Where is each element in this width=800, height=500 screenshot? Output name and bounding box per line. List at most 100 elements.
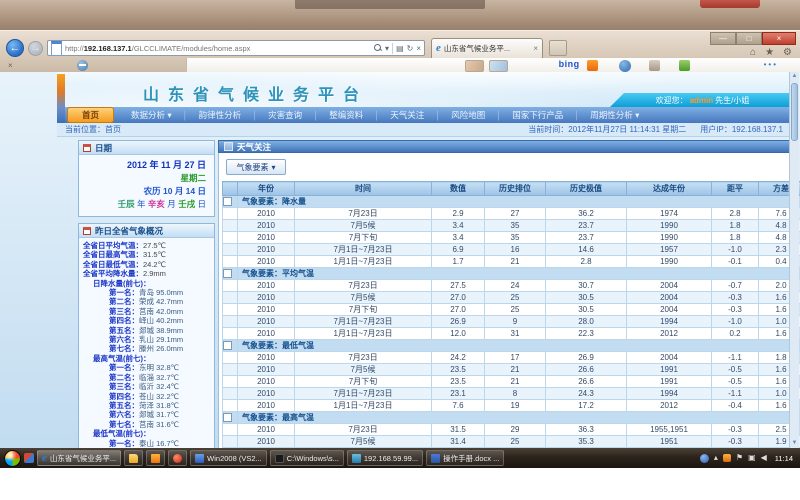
group-checkbox[interactable] bbox=[223, 341, 232, 350]
table-row: 20107月1日~7月23日26.9928.01994-1.01.0 bbox=[223, 316, 800, 328]
search-icon[interactable] bbox=[374, 44, 382, 52]
table-row: 20107月下旬23.52126.61991-0.51.6 bbox=[223, 376, 800, 388]
network-icon[interactable]: ▣ bbox=[748, 454, 756, 462]
photo-card-icon[interactable] bbox=[489, 60, 508, 72]
addon-logo-icon[interactable] bbox=[77, 60, 88, 71]
favorites-star-icon[interactable]: ★ bbox=[765, 47, 774, 58]
start-button[interactable] bbox=[4, 450, 21, 467]
action-center-flag-icon[interactable]: ⚑ bbox=[736, 454, 743, 462]
home-icon[interactable]: ⌂ bbox=[750, 47, 756, 58]
mail-card-icon[interactable] bbox=[465, 60, 484, 72]
app-icon bbox=[352, 454, 361, 463]
cell: 27.0 bbox=[432, 292, 485, 304]
nav-item-1[interactable]: 首页 bbox=[67, 107, 114, 123]
calendar-body: 2012 年 11 月 27 日 星期二 农历 10 月 14 日 壬辰 年 辛… bbox=[79, 155, 214, 216]
tray-security-icon[interactable] bbox=[723, 454, 731, 462]
grey-badge-icon[interactable] bbox=[649, 60, 660, 71]
new-tab-button[interactable] bbox=[549, 40, 567, 56]
taskbar-explorer-button[interactable] bbox=[124, 450, 143, 466]
cell: -1.0 bbox=[712, 316, 759, 328]
rank-line: 第三名：莒南 42.0mm bbox=[83, 307, 212, 316]
scroll-up-icon[interactable]: ▲ bbox=[790, 72, 799, 81]
element-group-row: 气象要素：最低气温 bbox=[223, 340, 800, 352]
camera-badge-icon[interactable] bbox=[619, 60, 631, 72]
nav-item-3[interactable]: 韵律性分析 bbox=[188, 109, 253, 121]
cell: 1.8 bbox=[712, 232, 759, 244]
maximize-button[interactable]: □ bbox=[736, 32, 762, 45]
refresh-icon[interactable]: ↻ bbox=[407, 44, 414, 53]
cell: 23.7 bbox=[546, 220, 627, 232]
green-badge-icon[interactable] bbox=[679, 60, 690, 71]
table-row: 20107月下旬3.43523.719901.84.8 bbox=[223, 232, 800, 244]
element-filter-button[interactable]: 气象要素 ▾ bbox=[226, 159, 286, 175]
taskbar-app-4[interactable]: 操作手册.docx ... bbox=[426, 450, 504, 466]
taskbar-ie-button[interactable]: e 山东省气候业务平... bbox=[37, 450, 121, 466]
group-name: 气象要素：最低气温 bbox=[238, 340, 800, 352]
group-checkbox-cell bbox=[223, 196, 238, 208]
header-checkbox-col bbox=[223, 182, 238, 196]
url-input[interactable]: http://192.168.137.1/GLCCLIMATE/modules/… bbox=[47, 40, 425, 56]
rank-value: 泰山 16.7℃ bbox=[139, 439, 179, 448]
screen: ← → http://192.168.137.1/GLCCLIMATE/modu… bbox=[0, 0, 800, 500]
quick-launch-icon[interactable] bbox=[24, 453, 34, 463]
taskbar-clock[interactable]: 11:14 bbox=[775, 454, 793, 463]
nav-item-7[interactable]: 风险地图 bbox=[440, 109, 496, 121]
cell: 1991 bbox=[627, 364, 712, 376]
scrollbar-thumb[interactable] bbox=[791, 83, 798, 141]
minimize-button[interactable]: — bbox=[710, 32, 736, 45]
nav-item-2[interactable]: 数据分析 ▾ bbox=[120, 109, 183, 121]
background-window-hint bbox=[295, 0, 485, 9]
taskbar-app-1[interactable]: Win2008 (VS2... bbox=[190, 450, 267, 466]
cell: 23.5 bbox=[432, 364, 485, 376]
cell: 1990 bbox=[627, 232, 712, 244]
nav-item-5[interactable]: 整编资料 bbox=[318, 109, 374, 121]
forward-button[interactable]: → bbox=[28, 41, 43, 56]
taskbar-media-app-button[interactable] bbox=[168, 450, 187, 466]
toolbar-close-icon[interactable]: × bbox=[8, 61, 13, 70]
close-button[interactable]: × bbox=[762, 32, 796, 45]
nav-item-4[interactable]: 灾害查询 bbox=[257, 109, 313, 121]
search-caret-icon[interactable]: ▾ bbox=[385, 44, 389, 53]
bing-logo[interactable]: bing bbox=[559, 59, 580, 69]
taskbar-app-3[interactable]: 192.168.59.99... bbox=[347, 450, 423, 466]
taskbar-ie-label: 山东省气候业务平... bbox=[50, 453, 116, 464]
status-right: 当前时间：2012年11月27日 11:14:31 星期二 用户IP：192.1… bbox=[528, 124, 783, 135]
page-scrollbar[interactable]: ▲ ▼ bbox=[789, 72, 799, 448]
breadcrumb: 当前位置：首页 bbox=[65, 124, 121, 135]
cell: 26.9 bbox=[546, 352, 627, 364]
more-dots-icon[interactable]: ••• bbox=[764, 60, 778, 69]
taskbar-orange-app-button[interactable] bbox=[146, 450, 165, 466]
group-checkbox[interactable] bbox=[223, 269, 232, 278]
stop-icon[interactable]: × bbox=[416, 44, 421, 53]
tab-close-icon[interactable]: × bbox=[533, 44, 538, 53]
speaker-icon[interactable]: ◀ bbox=[761, 454, 767, 462]
cell: 23.1 bbox=[432, 388, 485, 400]
cell: 7月5候 bbox=[295, 364, 432, 376]
nav-item-6[interactable]: 天气关注 bbox=[379, 109, 435, 121]
cell: 30.7 bbox=[546, 280, 627, 292]
cell: 2010 bbox=[238, 304, 295, 316]
col-header-2: 时间 bbox=[295, 182, 432, 196]
group-checkbox-cell bbox=[223, 268, 238, 280]
nav-item-9[interactable]: 周期性分析 ▾ bbox=[579, 109, 650, 121]
group-checkbox[interactable] bbox=[223, 197, 232, 206]
tray-app-icon[interactable] bbox=[700, 454, 709, 463]
compatibility-icon[interactable]: ▤ bbox=[396, 44, 404, 53]
table-row: 20107月23日2.92736.219742.87.6 bbox=[223, 208, 800, 220]
rank-label: 第一名： bbox=[109, 439, 139, 448]
back-button[interactable]: ← bbox=[6, 39, 24, 57]
group-checkbox[interactable] bbox=[223, 413, 232, 422]
scroll-down-icon[interactable]: ▼ bbox=[790, 439, 799, 448]
show-hidden-icons[interactable]: ▴ bbox=[714, 454, 718, 462]
taskbar-app-2[interactable]: C:\Windows\s... bbox=[270, 450, 344, 466]
rank-value: 青岛 95.0mm bbox=[139, 288, 183, 297]
nav-item-8[interactable]: 国家下行产品 bbox=[501, 109, 574, 121]
cell: 19 bbox=[485, 400, 546, 412]
settings-gear-icon[interactable]: ⚙ bbox=[783, 47, 792, 58]
row-indent-cell bbox=[223, 328, 238, 340]
row-indent-cell bbox=[223, 256, 238, 268]
browser-tab[interactable]: e 山东省气候业务平... × bbox=[431, 38, 543, 58]
element-group-row: 气象要素：最高气温 bbox=[223, 412, 800, 424]
cell: 7.6 bbox=[432, 400, 485, 412]
orange-badge-icon[interactable] bbox=[587, 60, 598, 71]
